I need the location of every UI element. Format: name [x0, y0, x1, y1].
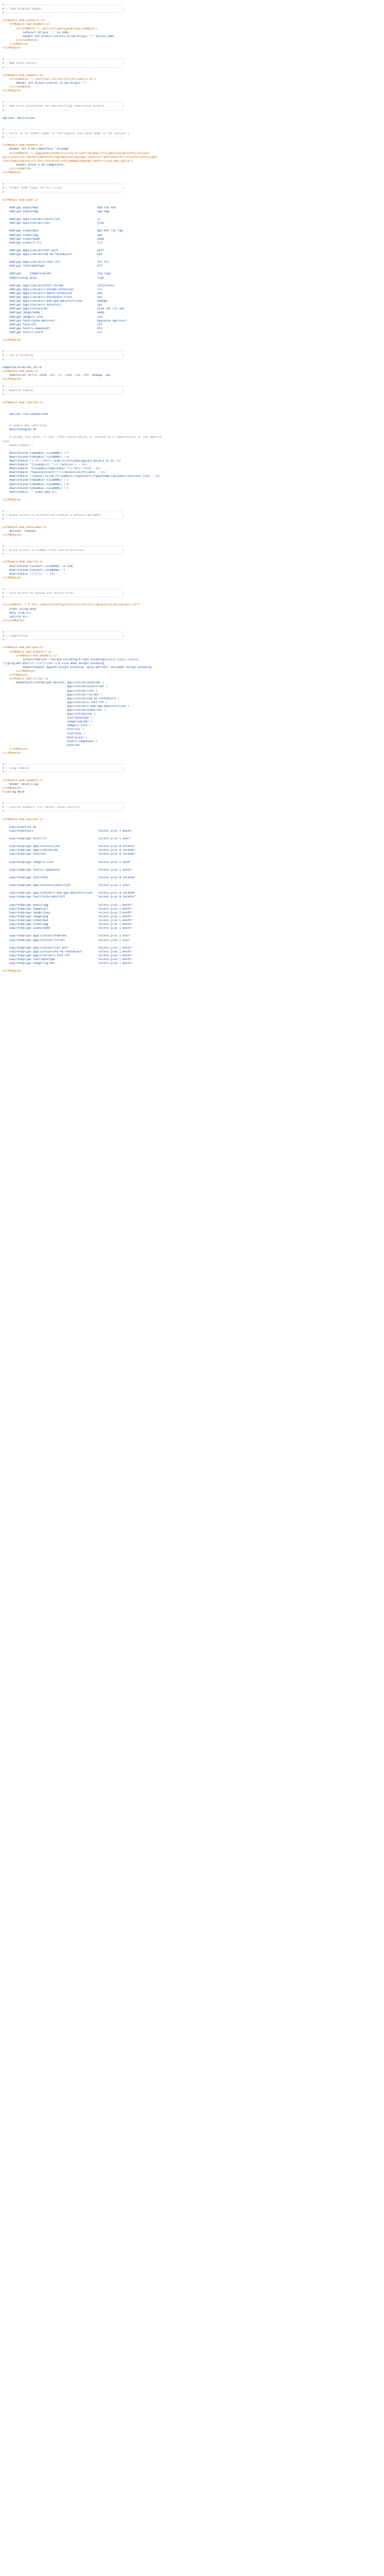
- tag-line: </IfModule>: [3, 970, 22, 974]
- code-viewer: # --------------------------------------…: [0, 0, 384, 2576]
